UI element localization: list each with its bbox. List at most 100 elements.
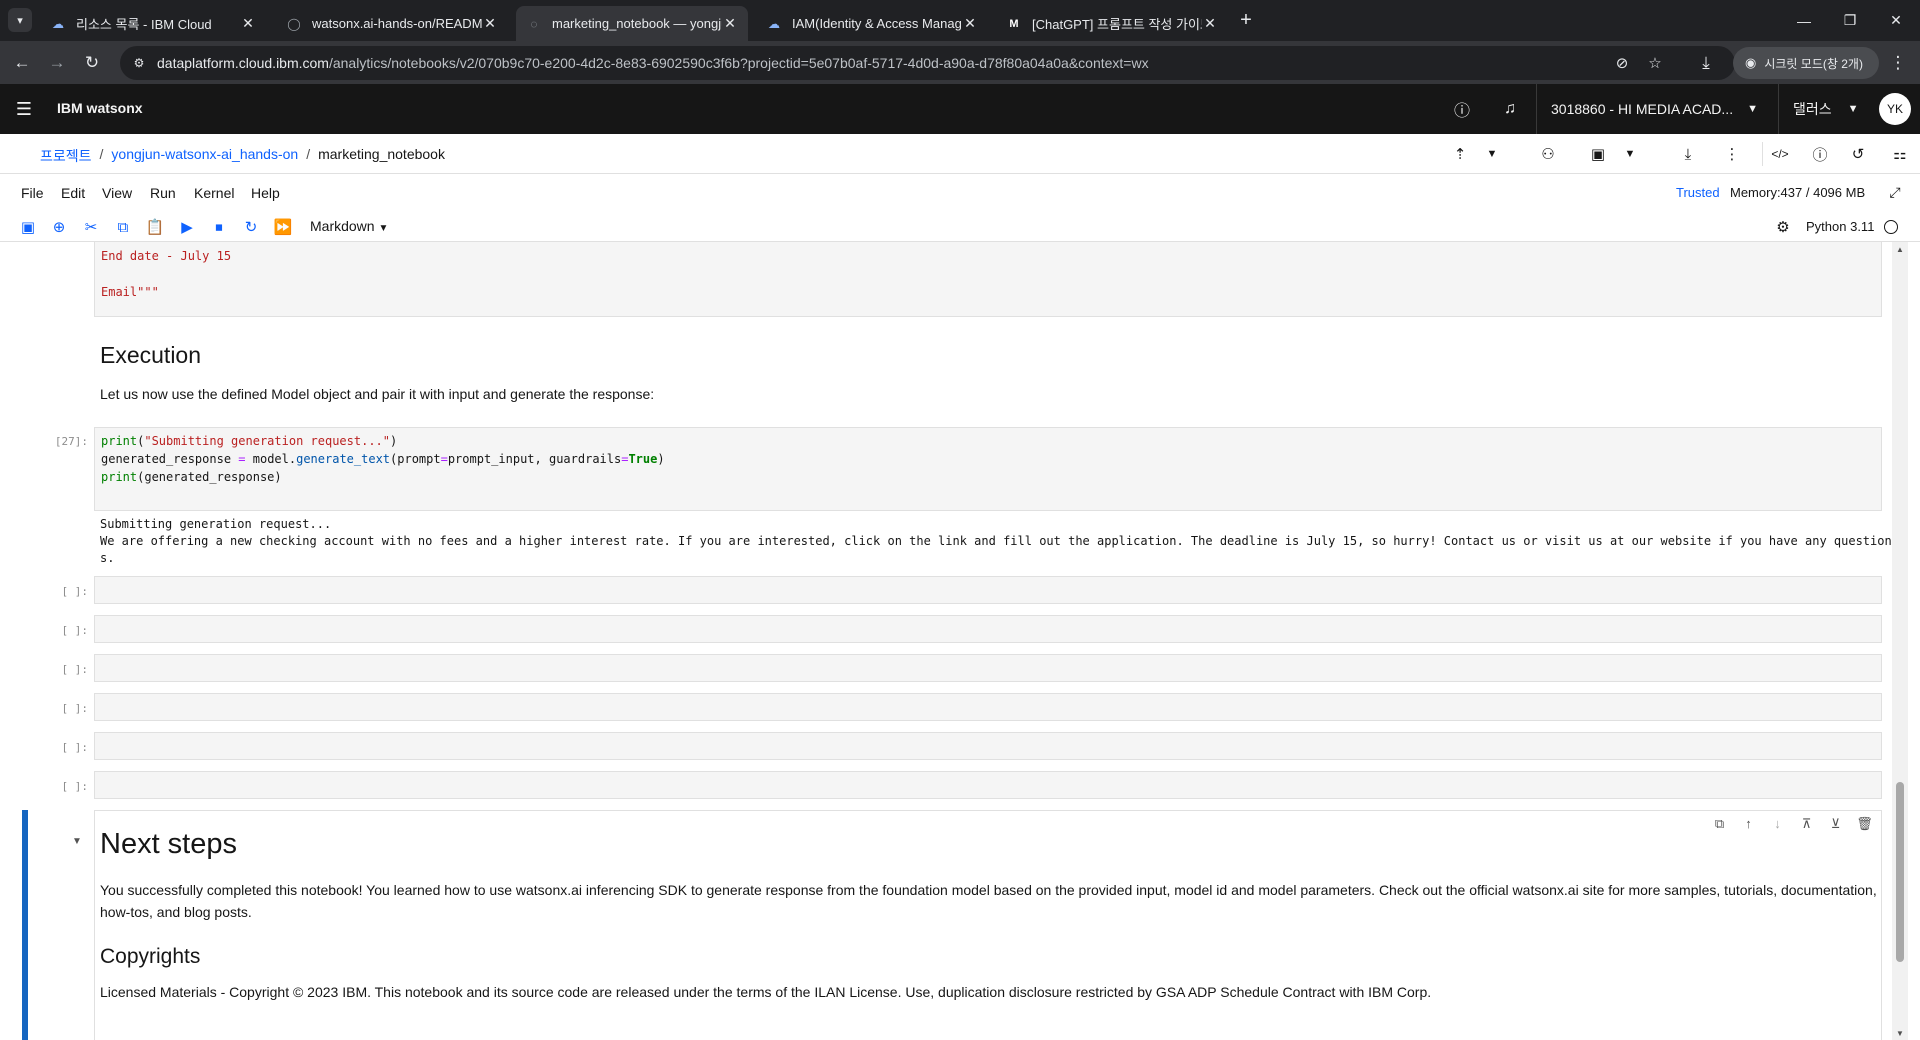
close-icon[interactable]: ✕ [482, 15, 498, 32]
chevron-down-icon[interactable]: ▼ [1480, 142, 1504, 166]
expand-icon[interactable]: ⤢ [1885, 182, 1905, 202]
code-line: print(generated_response) [101, 468, 665, 486]
var-token: (prompt [390, 452, 441, 466]
new-tab-button[interactable]: + [1234, 8, 1258, 32]
url-bar[interactable]: ⚙ dataplatform.cloud.ibm.com/analytics/n… [120, 46, 1735, 80]
close-icon[interactable]: ✕ [240, 15, 256, 32]
breadcrumb-projects[interactable]: 프로젝트 [40, 146, 92, 166]
kebab-menu-icon[interactable]: ⋮ [1884, 49, 1912, 77]
trusted-indicator[interactable]: Trusted [1676, 185, 1720, 200]
close-icon[interactable]: ✕ [722, 15, 738, 32]
menu-edit[interactable]: Edit [61, 185, 85, 201]
notebook-scrollbar[interactable]: ▲ ▼ [1892, 242, 1908, 1040]
overflow-menu-icon[interactable]: ⋮ [1720, 142, 1744, 166]
download-icon[interactable]: ⤓ [1692, 49, 1720, 77]
brand-name[interactable]: IBM watsonx [57, 100, 143, 116]
url-domain: dataplatform.cloud.ibm.com [157, 55, 329, 71]
star-icon[interactable]: ☆ [1645, 53, 1665, 73]
paste-icon[interactable]: 📋 [144, 216, 166, 238]
incognito-label: 시크릿 모드(창 2개) [1764, 56, 1863, 71]
ibm-header: ☰ IBM watsonx ⓘ ♫ 3018860 - HI MEDIA ACA… [0, 84, 1920, 134]
version-history-icon[interactable]: ↺ [1846, 142, 1870, 166]
chevron-down-icon: ▼ [1747, 103, 1758, 115]
code-editor[interactable]: print("Submitting generation request..."… [101, 432, 665, 486]
empty-code-cell[interactable] [94, 732, 1882, 760]
copy-icon[interactable]: ⧉ [112, 216, 134, 238]
chevron-down-icon[interactable]: ▼ [1618, 142, 1642, 166]
code-snippets-icon[interactable]: </> [1768, 142, 1792, 166]
next-steps-heading: Next steps [100, 828, 237, 860]
cell-prompt: [ ]: [61, 663, 89, 676]
scroll-up-icon[interactable]: ▲ [1892, 242, 1908, 256]
ibm-cloud-icon: ☁ [52, 16, 64, 31]
empty-code-cell[interactable] [94, 654, 1882, 682]
menu-file[interactable]: File [21, 185, 44, 201]
markdown-cell[interactable]: Execution Let us now use the defined Mod… [100, 342, 1880, 405]
tab-title: watsonx.ai-hands-on/README [312, 16, 482, 31]
breadcrumb-project[interactable]: yongjun-watsonx-ai_hands-on [111, 146, 298, 166]
run-cell-icon[interactable]: ▶ [176, 216, 198, 238]
empty-code-cell[interactable] [94, 576, 1882, 604]
reload-icon[interactable]: ↻ [78, 49, 106, 77]
close-icon[interactable]: ✕ [1202, 15, 1218, 32]
kernel-settings-icon[interactable]: ⚙ [1772, 216, 1794, 238]
save-icon[interactable]: ▣ [17, 216, 39, 238]
restart-kernel-icon[interactable]: ↻ [240, 216, 262, 238]
cut-icon[interactable]: ✂ [80, 216, 102, 238]
empty-code-cell[interactable] [94, 771, 1882, 799]
download-icon[interactable]: ⤓ [1676, 142, 1700, 166]
url-text[interactable]: dataplatform.cloud.ibm.com/analytics/not… [157, 55, 1149, 71]
cell-type-select[interactable]: Markdown ▼ [310, 218, 388, 234]
browser-address-bar: ← → ↻ ⚙ dataplatform.cloud.ibm.com/analy… [0, 41, 1920, 84]
code-cell[interactable]: print("Submitting generation request..."… [94, 427, 1882, 511]
browser-tab-notebook[interactable]: ◌ marketing_notebook — yongjun ✕ [516, 6, 748, 41]
account-switcher[interactable]: 3018860 - HI MEDIA ACAD... ▼ [1536, 84, 1766, 134]
menu-kernel[interactable]: Kernel [194, 185, 234, 201]
eye-off-icon[interactable]: ⊘ [1612, 53, 1632, 73]
scroll-down-icon[interactable]: ▼ [1892, 1026, 1908, 1040]
incognito-badge[interactable]: ◉ 시크릿 모드(창 2개) [1733, 47, 1879, 79]
browser-tab-iam[interactable]: ☁ IAM(Identity & Access Manag ✕ [756, 6, 988, 41]
browser-tab-chatgpt-guide[interactable]: M [ChatGPT] 프롬프트 작성 가이드 ✕ [996, 6, 1228, 41]
empty-code-cell[interactable] [94, 693, 1882, 721]
forward-icon[interactable]: → [43, 49, 71, 77]
schedule-job-icon[interactable]: ▣ [1586, 142, 1610, 166]
help-icon[interactable]: ⓘ [1450, 97, 1474, 121]
bool-token: True [628, 452, 658, 466]
cell-output: Submitting generation request... We are o… [100, 516, 1892, 567]
code-editor[interactable]: End date - July 15 Email""" [101, 247, 231, 301]
data-assets-icon[interactable]: ⚏ [1888, 142, 1912, 166]
browser-tab-ibm-cloud[interactable]: ☁ 리소스 목록 - IBM Cloud ✕ [40, 6, 266, 41]
collapse-caret-icon[interactable]: ▼ [72, 836, 82, 847]
menu-view[interactable]: View [102, 185, 132, 201]
back-icon[interactable]: ← [8, 49, 36, 77]
code-cell[interactable]: End date - July 15 Email""" [94, 242, 1882, 317]
info-icon[interactable]: ⓘ [1808, 142, 1832, 166]
tab-search-button[interactable]: ▾ [8, 8, 32, 32]
empty-code-cell[interactable] [94, 615, 1882, 643]
run-all-icon[interactable]: ⏩ [272, 216, 294, 238]
stop-icon[interactable]: ⏹ [208, 216, 230, 238]
publish-icon[interactable]: ⇡ [1448, 142, 1472, 166]
share-icon[interactable]: ⚇ [1536, 142, 1560, 166]
memory-indicator: Memory:437 / 4096 MB [1730, 185, 1866, 200]
close-window-button[interactable]: ✕ [1868, 0, 1920, 41]
close-icon[interactable]: ✕ [962, 15, 978, 32]
code-line: print("Submitting generation request..."… [101, 434, 398, 448]
avatar[interactable]: YK [1879, 93, 1911, 125]
breadcrumb: 프로젝트 / yongjun-watsonx-ai_hands-on / mar… [40, 146, 445, 166]
chevron-down-icon: ▼ [1847, 103, 1859, 115]
code-line: Email""" [101, 285, 159, 299]
site-info-icon[interactable]: ⚙ [130, 54, 148, 72]
region-switcher[interactable]: 댈러스 ▼ [1778, 84, 1876, 134]
hamburger-menu-icon[interactable]: ☰ [12, 97, 36, 121]
menu-run[interactable]: Run [150, 185, 176, 201]
menu-help[interactable]: Help [251, 185, 280, 201]
account-label: 3018860 - HI MEDIA ACAD... [1551, 101, 1734, 117]
scrollbar-thumb[interactable] [1896, 782, 1904, 962]
code-line: End date - July 15 [101, 249, 232, 263]
string-token: "Submitting generation request..." [144, 434, 390, 448]
notification-bell-icon[interactable]: ♫ [1498, 97, 1522, 121]
insert-cell-icon[interactable]: ⊕ [48, 216, 70, 238]
browser-tab-github[interactable]: ◯ watsonx.ai-hands-on/README ✕ [276, 6, 508, 41]
